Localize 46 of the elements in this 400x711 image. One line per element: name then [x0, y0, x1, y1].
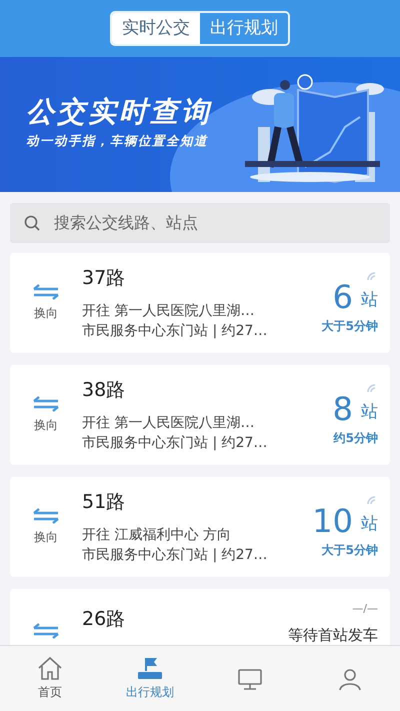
station-info: 市民服务中心东门站 | 约27… — [82, 434, 268, 454]
banner-subtitle: 动一动手指，车辆位置全知道 — [26, 132, 209, 150]
swap-icon[interactable] — [33, 508, 59, 524]
route-card[interactable]: 换向 51路 开往 江威福利中心 方向 市民服务中心东门站 | 约27… 10 站 大于5分钟 — [10, 477, 390, 577]
swap-icon[interactable] — [33, 396, 59, 412]
route-name: 26路 — [82, 607, 126, 632]
flag-icon — [135, 656, 165, 680]
home-icon — [36, 656, 64, 680]
segment-tab[interactable]: 实时公交 — [112, 12, 200, 44]
route-name: 38路 — [82, 378, 126, 404]
swap-icon[interactable] — [33, 284, 59, 300]
route-direction: 开往 第一人民医院八里湖… — [82, 302, 256, 321]
route-direction: 开往 江威福利中心 方向 — [82, 526, 232, 545]
stop-unit: 站 — [361, 288, 378, 312]
swap-label: 换向 — [34, 305, 58, 322]
signal-icon — [366, 271, 378, 281]
stop-count: 6 — [332, 281, 353, 313]
route-card[interactable]: 26路 —/— 等待首站发车 — [10, 589, 390, 645]
search-bar[interactable]: 搜索公交线路、站点 — [10, 203, 390, 243]
signal-icon — [366, 383, 378, 393]
arrival-time: 大于5分钟 — [322, 318, 378, 335]
no-data-text: —/— — [352, 601, 378, 617]
status-text: 等待首站发车 — [288, 624, 378, 645]
route-card[interactable]: 换向 38路 开往 第一人民医院八里湖… 市民服务中心东门站 | 约27… 8 站 约5分钟 — [10, 365, 390, 465]
station-info: 市民服务中心东门站 | 约27… — [82, 546, 268, 566]
station-info: 市民服务中心东门站 | 约27… — [82, 322, 268, 342]
tab-item[interactable]: 出行规划 — [100, 646, 200, 711]
route-name: 51路 — [82, 490, 126, 516]
swap-icon[interactable] — [33, 623, 59, 639]
signal-icon — [366, 495, 378, 505]
stop-count: 10 — [312, 505, 353, 537]
search-field[interactable]: 搜索公交线路、站点 — [52, 210, 376, 236]
route-name: 37路 — [82, 266, 126, 292]
stop-unit: 站 — [361, 400, 378, 424]
search-icon — [24, 215, 40, 231]
tab-item[interactable]: 首页 — [0, 646, 100, 711]
banner-title: 公交实时查询 — [26, 97, 212, 128]
stop-unit: 站 — [361, 512, 378, 536]
swap-label: 换向 — [34, 417, 58, 434]
swap-label: 换向 — [34, 529, 58, 546]
route-card[interactable]: 换向 37路 开往 第一人民医院八里湖… 市民服务中心东门站 | 约27… 6 站 大于5分钟 — [10, 253, 390, 353]
arrival-time: 约5分钟 — [334, 430, 378, 447]
monitor-icon — [236, 666, 264, 690]
arrival-time: 大于5分钟 — [322, 542, 378, 559]
route-direction: 开往 第一人民医院八里湖… — [82, 414, 256, 433]
stop-count: 8 — [332, 393, 353, 425]
